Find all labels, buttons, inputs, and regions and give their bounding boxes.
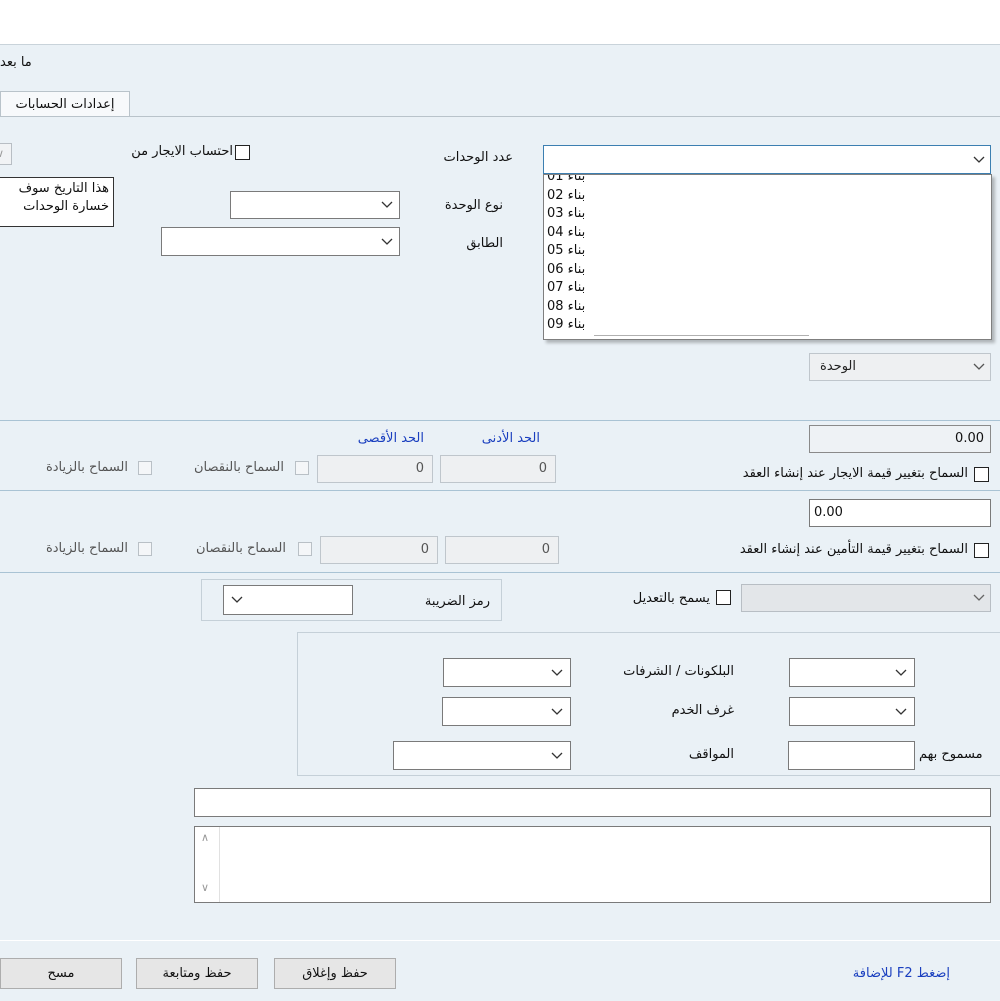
add-hint-link: إضغط F2 للإضافة [852, 966, 950, 981]
notes-scrollbar[interactable]: ∧ ∨ [195, 827, 220, 902]
notes-title-field[interactable] [194, 788, 991, 817]
insurance-min-value: 0 [541, 542, 550, 557]
save-close-button[interactable]: حفظ وإغلاق [274, 958, 396, 989]
notes-textarea[interactable]: ∧ ∨ [194, 826, 991, 903]
rent-from-label: احتساب الايجار من [131, 144, 233, 159]
balconies-combo[interactable] [443, 658, 571, 687]
allow-edit-checkbox[interactable] [716, 590, 731, 605]
parking-label: المواقف [688, 747, 734, 762]
footer-divider [0, 940, 1000, 941]
dropdown-item[interactable]: بناء 04 [544, 224, 991, 243]
insurance-amount-field[interactable]: 0.00 [809, 499, 991, 527]
rent-min-label: الحد الأدنى [481, 431, 540, 446]
chevron-down-icon [548, 747, 566, 765]
allow-edit-label: يسمح بالتعديل [632, 591, 710, 606]
ins-allow-decrease-checkbox[interactable] [298, 542, 312, 556]
rent-amount-field[interactable]: 0.00 [809, 425, 991, 453]
tab-underline [0, 116, 1000, 117]
rent-allow-decrease-label: السماح بالنقصان [194, 460, 284, 475]
dropdown-item[interactable]: بناء 07 [544, 279, 991, 298]
balconies-label: البلكونات / الشرفات [623, 664, 734, 679]
rent-allow-increase-checkbox[interactable] [138, 461, 152, 475]
chevron-down-icon [548, 664, 566, 682]
dropdown-items: بناء 01 بناء 02 بناء 03 بناء 04 بناء 05 … [544, 175, 991, 335]
insurance-max-value: 0 [420, 542, 429, 557]
top-truncated-label: ما بعد [0, 55, 32, 70]
tax-code-label: رمز الضريبة [424, 594, 490, 609]
dropdown-item[interactable]: بناء 03 [544, 205, 991, 224]
insurance-min-field[interactable]: 0 [445, 536, 559, 564]
balconies-count-combo[interactable] [789, 658, 915, 687]
service-rooms-combo[interactable] [442, 697, 571, 726]
allow-insurance-change-label: السماح بتغيير قيمة التأمين عند إنشاء الع… [739, 542, 968, 557]
chevron-down-icon [970, 151, 988, 169]
chevron-down-icon [378, 196, 396, 214]
rent-max-field[interactable]: 0 [317, 455, 433, 483]
rent-amount-value: 0.00 [955, 431, 984, 446]
scroll-up-icon[interactable]: ∧ [201, 831, 209, 844]
dropdown-item[interactable]: بناء 06 [544, 261, 991, 280]
unit-select-value: الوحدة [820, 359, 856, 374]
rent-min-value: 0 [538, 461, 547, 476]
unit-select-combo[interactable]: الوحدة [809, 353, 991, 381]
rent-allow-decrease-checkbox[interactable] [295, 461, 309, 475]
chevron-down-icon [892, 664, 910, 682]
parking-combo[interactable] [393, 741, 571, 770]
save-continue-button[interactable]: حفظ ومتابعة [136, 958, 258, 989]
rent-from-checkbox[interactable] [235, 145, 250, 160]
hint-box: هذا التاريخ سوف خسارة الوحدات [0, 177, 114, 227]
insurance-amount-value: 0.00 [814, 505, 843, 520]
tab-accounts-settings[interactable]: إعدادات الحسابات [0, 91, 130, 117]
disabled-combo[interactable] [741, 584, 991, 612]
dropdown-hscroll[interactable] [594, 335, 809, 336]
dropdown-item[interactable]: بناء 05 [544, 242, 991, 261]
rent-max-label: الحد الأقصى [357, 431, 424, 446]
dropdown-item[interactable]: بناء 08 [544, 298, 991, 317]
allowed-people-label: مسموح بهم [919, 747, 983, 762]
unit-count-combo[interactable] [543, 145, 991, 174]
floor-label: الطابق [466, 236, 503, 251]
chevron-down-icon: ∨ [0, 147, 5, 160]
floor-combo[interactable] [161, 227, 400, 256]
clear-button[interactable]: مسح [0, 958, 122, 989]
ins-allow-decrease-label: السماح بالنقصان [196, 541, 286, 556]
rent-from-date-combo[interactable]: ∨ [0, 143, 12, 165]
section-divider [0, 420, 1000, 421]
ins-allow-increase-checkbox[interactable] [138, 542, 152, 556]
service-rooms-label: غرف الخدم [671, 703, 734, 718]
rent-min-field[interactable]: 0 [440, 455, 556, 483]
rent-allow-increase-label: السماح بالزيادة [45, 460, 128, 475]
insurance-max-field[interactable]: 0 [320, 536, 438, 564]
dropdown-item[interactable]: بناء 09 [544, 316, 991, 335]
unit-type-label: نوع الوحدة [444, 198, 503, 213]
chevron-down-icon [970, 358, 988, 376]
allowed-people-field[interactable] [788, 741, 915, 770]
unit-type-combo[interactable] [230, 191, 400, 219]
unit-count-dropdown-list[interactable]: بناء 01 بناء 02 بناء 03 بناء 04 بناء 05 … [543, 174, 992, 340]
service-rooms-count-combo[interactable] [789, 697, 915, 726]
dropdown-item[interactable]: بناء 02 [544, 187, 991, 206]
chevron-down-icon [228, 591, 246, 609]
section-divider [0, 572, 1000, 573]
hint-line-2: خسارة الوحدات [23, 199, 109, 214]
section-divider [0, 490, 1000, 491]
chevron-down-icon [378, 233, 396, 251]
tax-code-combo[interactable] [223, 585, 353, 615]
chevron-down-icon [970, 589, 988, 607]
scroll-down-icon[interactable]: ∨ [201, 881, 209, 894]
chevron-down-icon [892, 703, 910, 721]
rent-max-value: 0 [415, 461, 424, 476]
dropdown-item[interactable]: بناء 01 [544, 175, 991, 187]
allow-rent-change-checkbox[interactable] [974, 467, 989, 482]
unit-count-label: عدد الوحدات [443, 150, 513, 165]
allow-insurance-change-checkbox[interactable] [974, 543, 989, 558]
ins-allow-increase-label: السماح بالزيادة [45, 541, 128, 556]
chevron-down-icon [548, 703, 566, 721]
hint-line-1: هذا التاريخ سوف [18, 181, 109, 196]
allow-rent-change-label: السماح بتغيير قيمة الايجار عند إنشاء الع… [742, 466, 968, 481]
